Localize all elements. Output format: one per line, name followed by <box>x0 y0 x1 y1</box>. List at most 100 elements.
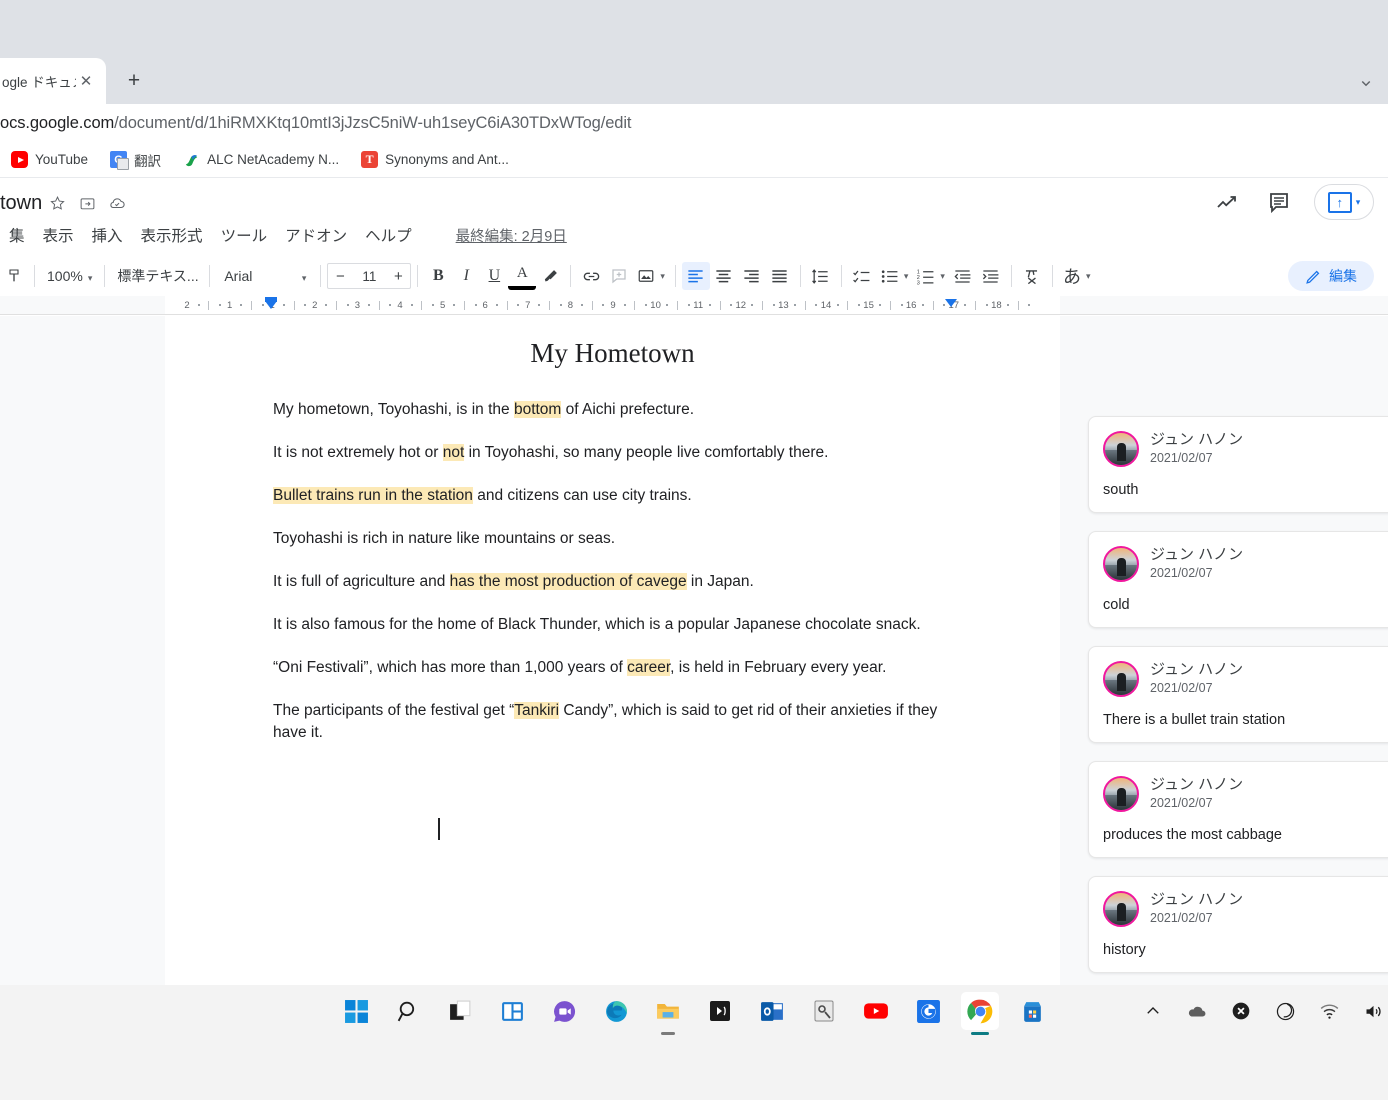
bookmark-synonyms[interactable]: T Synonyms and Ant... <box>350 146 520 174</box>
paragraph-text: , is held in February every year. <box>670 659 887 676</box>
ruler-minor-mark <box>623 304 626 306</box>
checklist-icon[interactable] <box>848 262 876 290</box>
menu-item-addons[interactable]: アドオン <box>276 224 356 246</box>
media-player-icon[interactable] <box>701 992 739 1030</box>
bookmark-youtube[interactable]: YouTube <box>0 146 99 174</box>
menu-item-insert[interactable]: 挿入 <box>83 224 132 246</box>
wifi-icon[interactable] <box>1318 1000 1340 1022</box>
font-size-decrease-button[interactable]: − <box>328 268 352 285</box>
comment-card[interactable]: ジュン ハノン2021/02/07cold⋮ <box>1088 531 1388 628</box>
widgets-icon[interactable] <box>493 992 531 1030</box>
comment-card[interactable]: ジュン ハノン 2021/02/07 produces the most cabba… <box>1088 761 1388 858</box>
document-body[interactable]: My hometown, Toyohashi, is in the bottom… <box>165 399 1060 744</box>
ruler-minor-mark <box>666 304 669 306</box>
comment-card[interactable]: ジュン ハノン2021/02/07history⋮ <box>1088 876 1388 973</box>
right-indent-marker[interactable] <box>945 299 957 307</box>
document-paragraph[interactable]: It is not extremely hot or not in Toyoha… <box>273 442 952 464</box>
font-selector[interactable]: Arial ▾ <box>216 268 314 284</box>
outlook-icon[interactable] <box>753 992 791 1030</box>
browser-tab[interactable]: ogle ドキュメン ✕ <box>0 58 106 104</box>
avatar <box>1103 776 1139 812</box>
insert-image-icon[interactable]: ▾ <box>633 262 669 290</box>
cloud-saved-icon[interactable] <box>102 188 132 218</box>
moon-dnd-icon[interactable] <box>1274 1000 1296 1022</box>
share-button[interactable]: ↑ ▾ <box>1314 184 1374 220</box>
chrome-icon[interactable] <box>961 992 999 1035</box>
input-tools-button[interactable]: あ ▾ <box>1059 262 1095 290</box>
ruler-minor-mark <box>815 304 818 306</box>
file-explorer-icon[interactable] <box>649 992 687 1035</box>
bookmark-label: 翻訳 <box>134 153 162 169</box>
insert-link-icon[interactable] <box>577 262 605 290</box>
comment-card[interactable]: ジュン ハノン2021/02/07south⋮ <box>1088 416 1388 513</box>
last-edit-label[interactable]: 最終編集: 2月9日 <box>456 225 567 246</box>
document-paragraph[interactable]: Toyohashi is rich in nature like mountai… <box>273 528 952 550</box>
ruler[interactable]: 2 1 1 2 3 4 5 6 7 8 9 10 11 12 13 14 15 16 17 18 <box>0 296 1388 315</box>
zoom-selector[interactable]: 100% ▾ <box>41 268 98 284</box>
increase-indent-icon[interactable] <box>977 262 1005 290</box>
document-paragraph[interactable]: It is also famous for the home of Black … <box>273 614 952 636</box>
align-right-button[interactable] <box>738 262 766 290</box>
paint-format-icon[interactable] <box>0 262 28 290</box>
font-size-stepper[interactable]: − 11 + <box>327 263 412 289</box>
paragraph-style-selector[interactable]: 標準テキス...▾ <box>111 266 203 286</box>
chat-icon[interactable] <box>545 992 583 1030</box>
star-icon[interactable] <box>42 188 72 218</box>
youtube-icon[interactable] <box>857 992 895 1030</box>
document-paragraph[interactable]: Bullet trains run in the station and cit… <box>273 485 952 507</box>
menu-item-help[interactable]: ヘルプ <box>356 224 421 246</box>
document-page[interactable]: My Hometown My hometown, Toyohashi, is i… <box>165 316 1060 985</box>
bold-button[interactable]: B <box>424 262 452 290</box>
highlight-color-icon[interactable] <box>536 262 564 290</box>
volume-icon[interactable] <box>1362 1000 1384 1022</box>
menu-item-view[interactable]: 表示 <box>34 224 83 246</box>
underline-button[interactable]: U <box>480 262 508 290</box>
align-justify-button[interactable] <box>766 262 794 290</box>
document-paragraph[interactable]: “Oni Festivali”, which has more than 1,0… <box>273 657 952 679</box>
text-color-button[interactable]: A <box>508 262 537 290</box>
numbered-list-icon[interactable]: 123 ▾ <box>912 262 949 290</box>
clear-formatting-icon[interactable] <box>1018 262 1046 290</box>
add-comment-icon[interactable] <box>605 262 633 290</box>
align-center-button[interactable] <box>710 262 738 290</box>
editing-mode-button[interactable]: 編集 <box>1288 261 1374 291</box>
document-paragraph[interactable]: The participants of the festival get “Ta… <box>273 700 952 744</box>
activity-trend-icon[interactable] <box>1210 185 1244 219</box>
left-indent-marker[interactable] <box>265 301 277 309</box>
decrease-indent-icon[interactable] <box>949 262 977 290</box>
start-icon[interactable] <box>337 992 375 1030</box>
comment-history-icon[interactable] <box>1262 185 1296 219</box>
font-size-value[interactable]: 11 <box>352 269 386 284</box>
document-paragraph[interactable]: It is full of agriculture and has the mo… <box>273 571 952 593</box>
document-title[interactable]: town <box>0 192 42 215</box>
settings-photo-icon[interactable] <box>805 992 843 1030</box>
onedrive-icon[interactable] <box>1186 1000 1208 1022</box>
search-icon[interactable] <box>389 992 427 1030</box>
menu-item-format[interactable]: 表示形式 <box>132 224 212 246</box>
ruler-minor-mark <box>1028 304 1031 306</box>
comment-card[interactable]: ジュン ハノン 2021/02/07 There is a bullet train… <box>1088 646 1388 743</box>
line-spacing-icon[interactable] <box>807 262 835 290</box>
google-icon[interactable] <box>909 992 947 1030</box>
close-icon[interactable]: ✕ <box>76 71 96 91</box>
italic-button[interactable]: I <box>452 262 480 290</box>
new-tab-button[interactable]: + <box>120 67 148 95</box>
menu-item-edit[interactable]: 集 <box>0 224 34 246</box>
bulleted-list-icon[interactable]: ▾ <box>876 262 913 290</box>
bookmark-alc[interactable]: ALC NetAcademy N... <box>172 146 350 174</box>
font-size-increase-button[interactable]: + <box>386 268 410 285</box>
toolbar-divider <box>1051 265 1053 287</box>
move-to-folder-icon[interactable] <box>72 188 102 218</box>
comments-sidebar[interactable]: ジュン ハノン2021/02/07south⋮ ジュン ハノン2021/02/07… <box>1060 316 1388 985</box>
align-left-button[interactable] <box>681 262 710 290</box>
task-view-icon[interactable] <box>441 992 479 1030</box>
error-badge-icon[interactable] <box>1230 1000 1252 1022</box>
bookmark-translate[interactable]: G 翻訳 <box>99 146 172 174</box>
address-bar[interactable]: ocs.google.com/document/d/1hiRMXKtq10mtI… <box>0 104 1388 142</box>
show-hidden-icons-icon[interactable] <box>1142 1000 1164 1022</box>
document-paragraph[interactable]: My hometown, Toyohashi, is in the bottom… <box>273 399 952 421</box>
menu-item-tools[interactable]: ツール <box>212 224 277 246</box>
microsoft-store-icon[interactable] <box>1013 992 1051 1030</box>
chevron-down-icon[interactable] <box>1352 72 1380 94</box>
edge-icon[interactable] <box>597 992 635 1030</box>
